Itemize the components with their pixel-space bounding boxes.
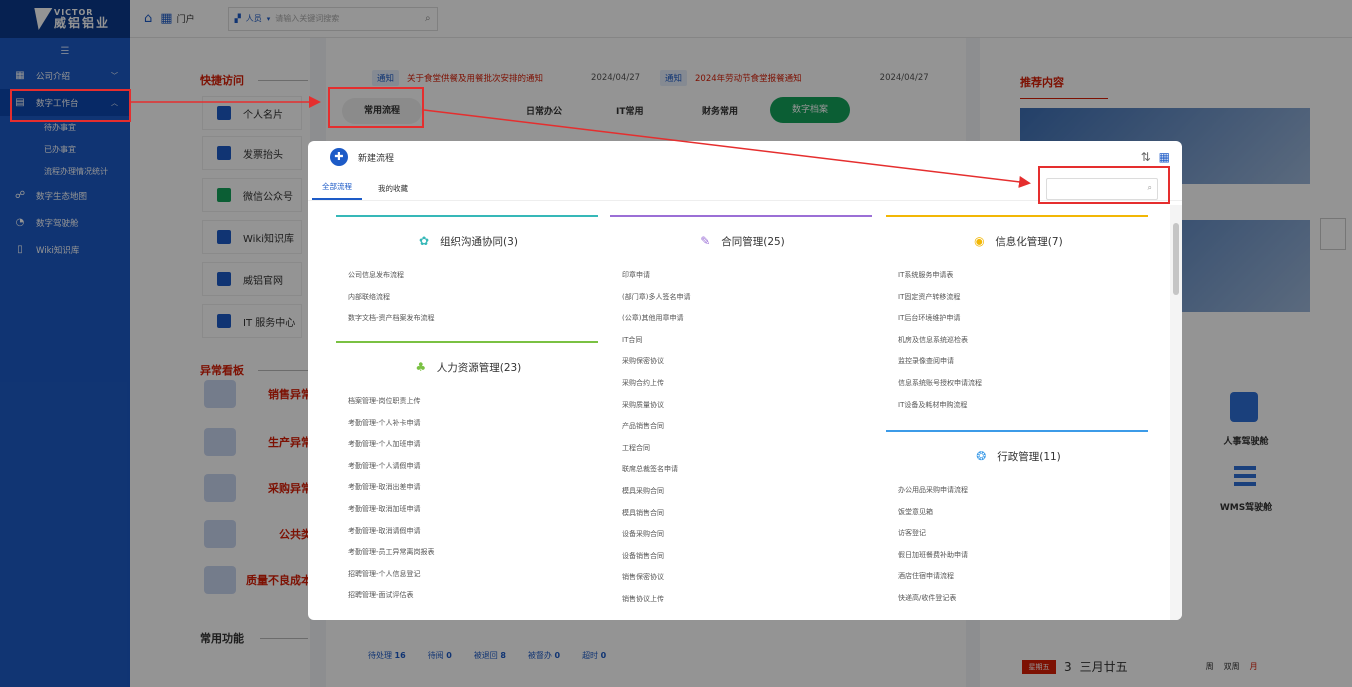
annotation-arrow-2 — [423, 109, 1031, 188]
annotation-arrows — [131, 96, 1031, 188]
